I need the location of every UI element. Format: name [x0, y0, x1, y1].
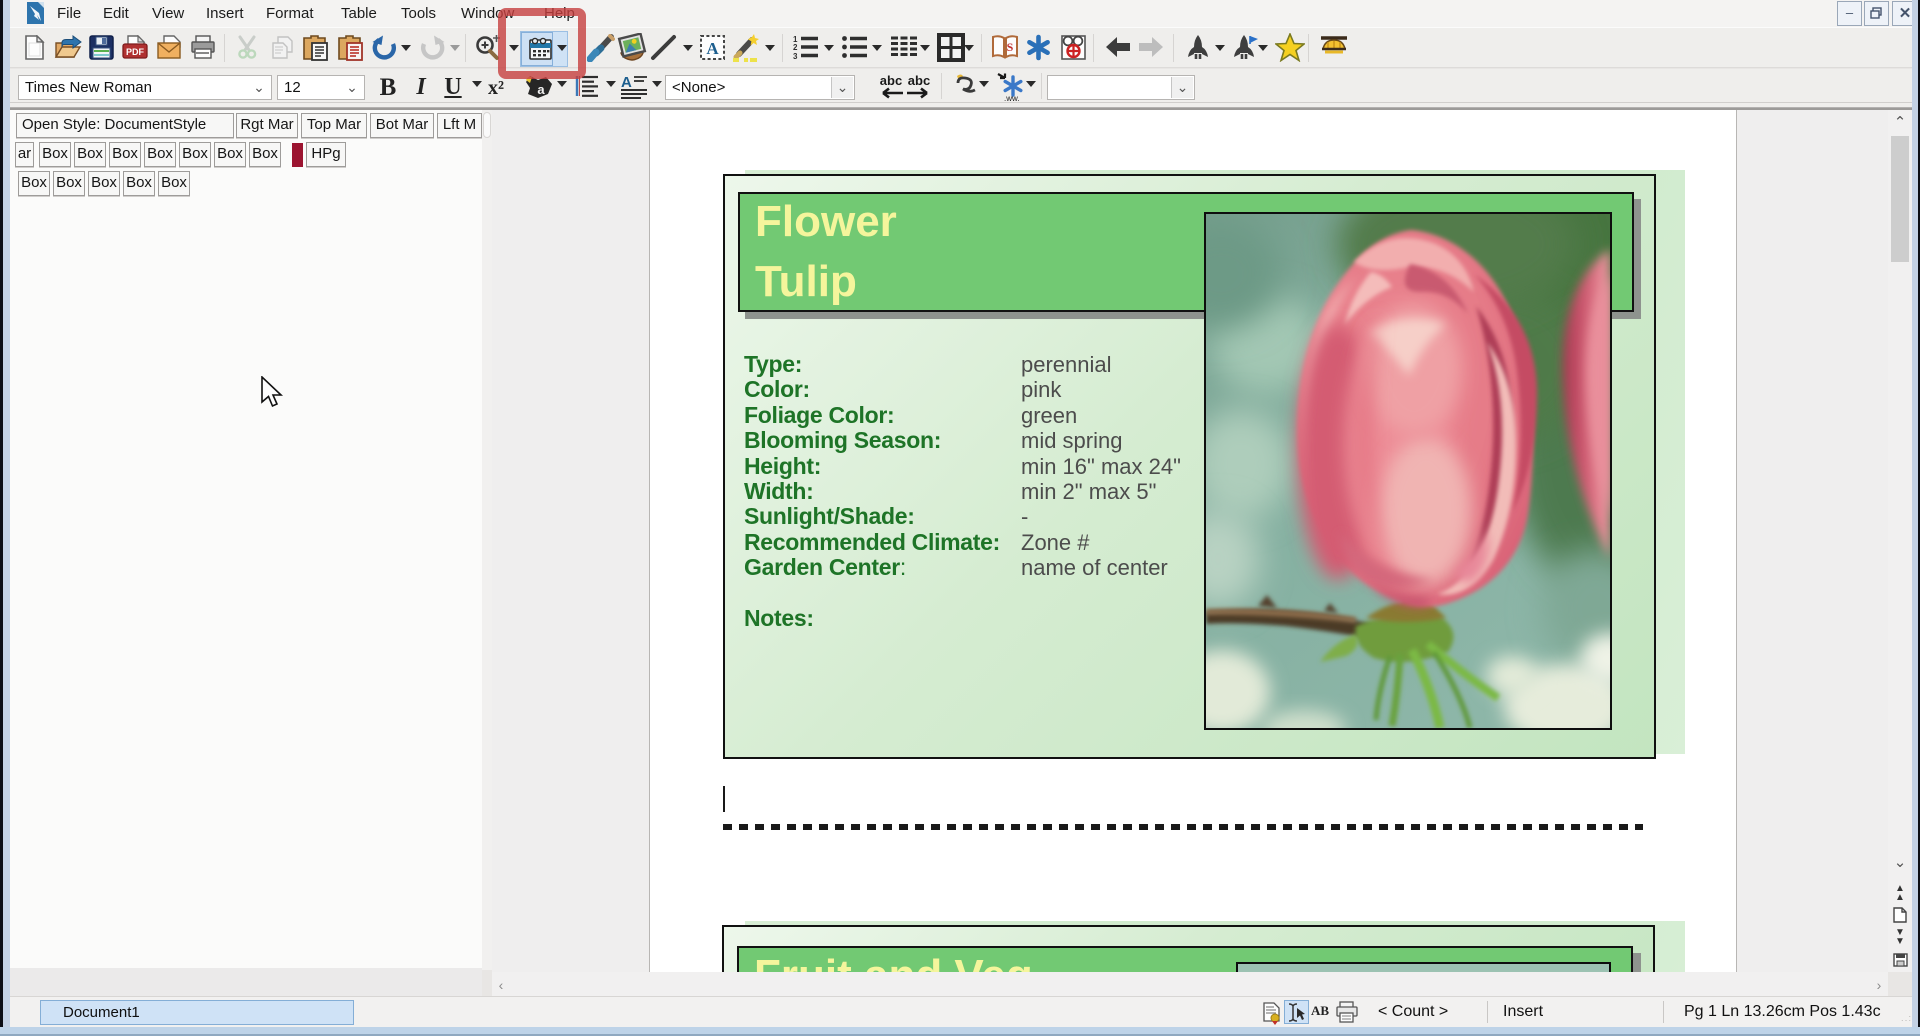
svg-text:abc: abc — [880, 74, 902, 88]
svg-text:A: A — [621, 74, 632, 91]
svg-text:S: S — [1007, 40, 1014, 54]
svg-text:abc: abc — [908, 74, 930, 88]
svg-text:PDF: PDF — [126, 47, 145, 57]
svg-text:2: 2 — [793, 43, 798, 52]
svg-text:.ww.: .ww. — [1004, 94, 1020, 102]
svg-text:3: 3 — [793, 52, 798, 61]
svg-text:a: a — [537, 82, 545, 97]
svg-text:A: A — [706, 39, 719, 58]
